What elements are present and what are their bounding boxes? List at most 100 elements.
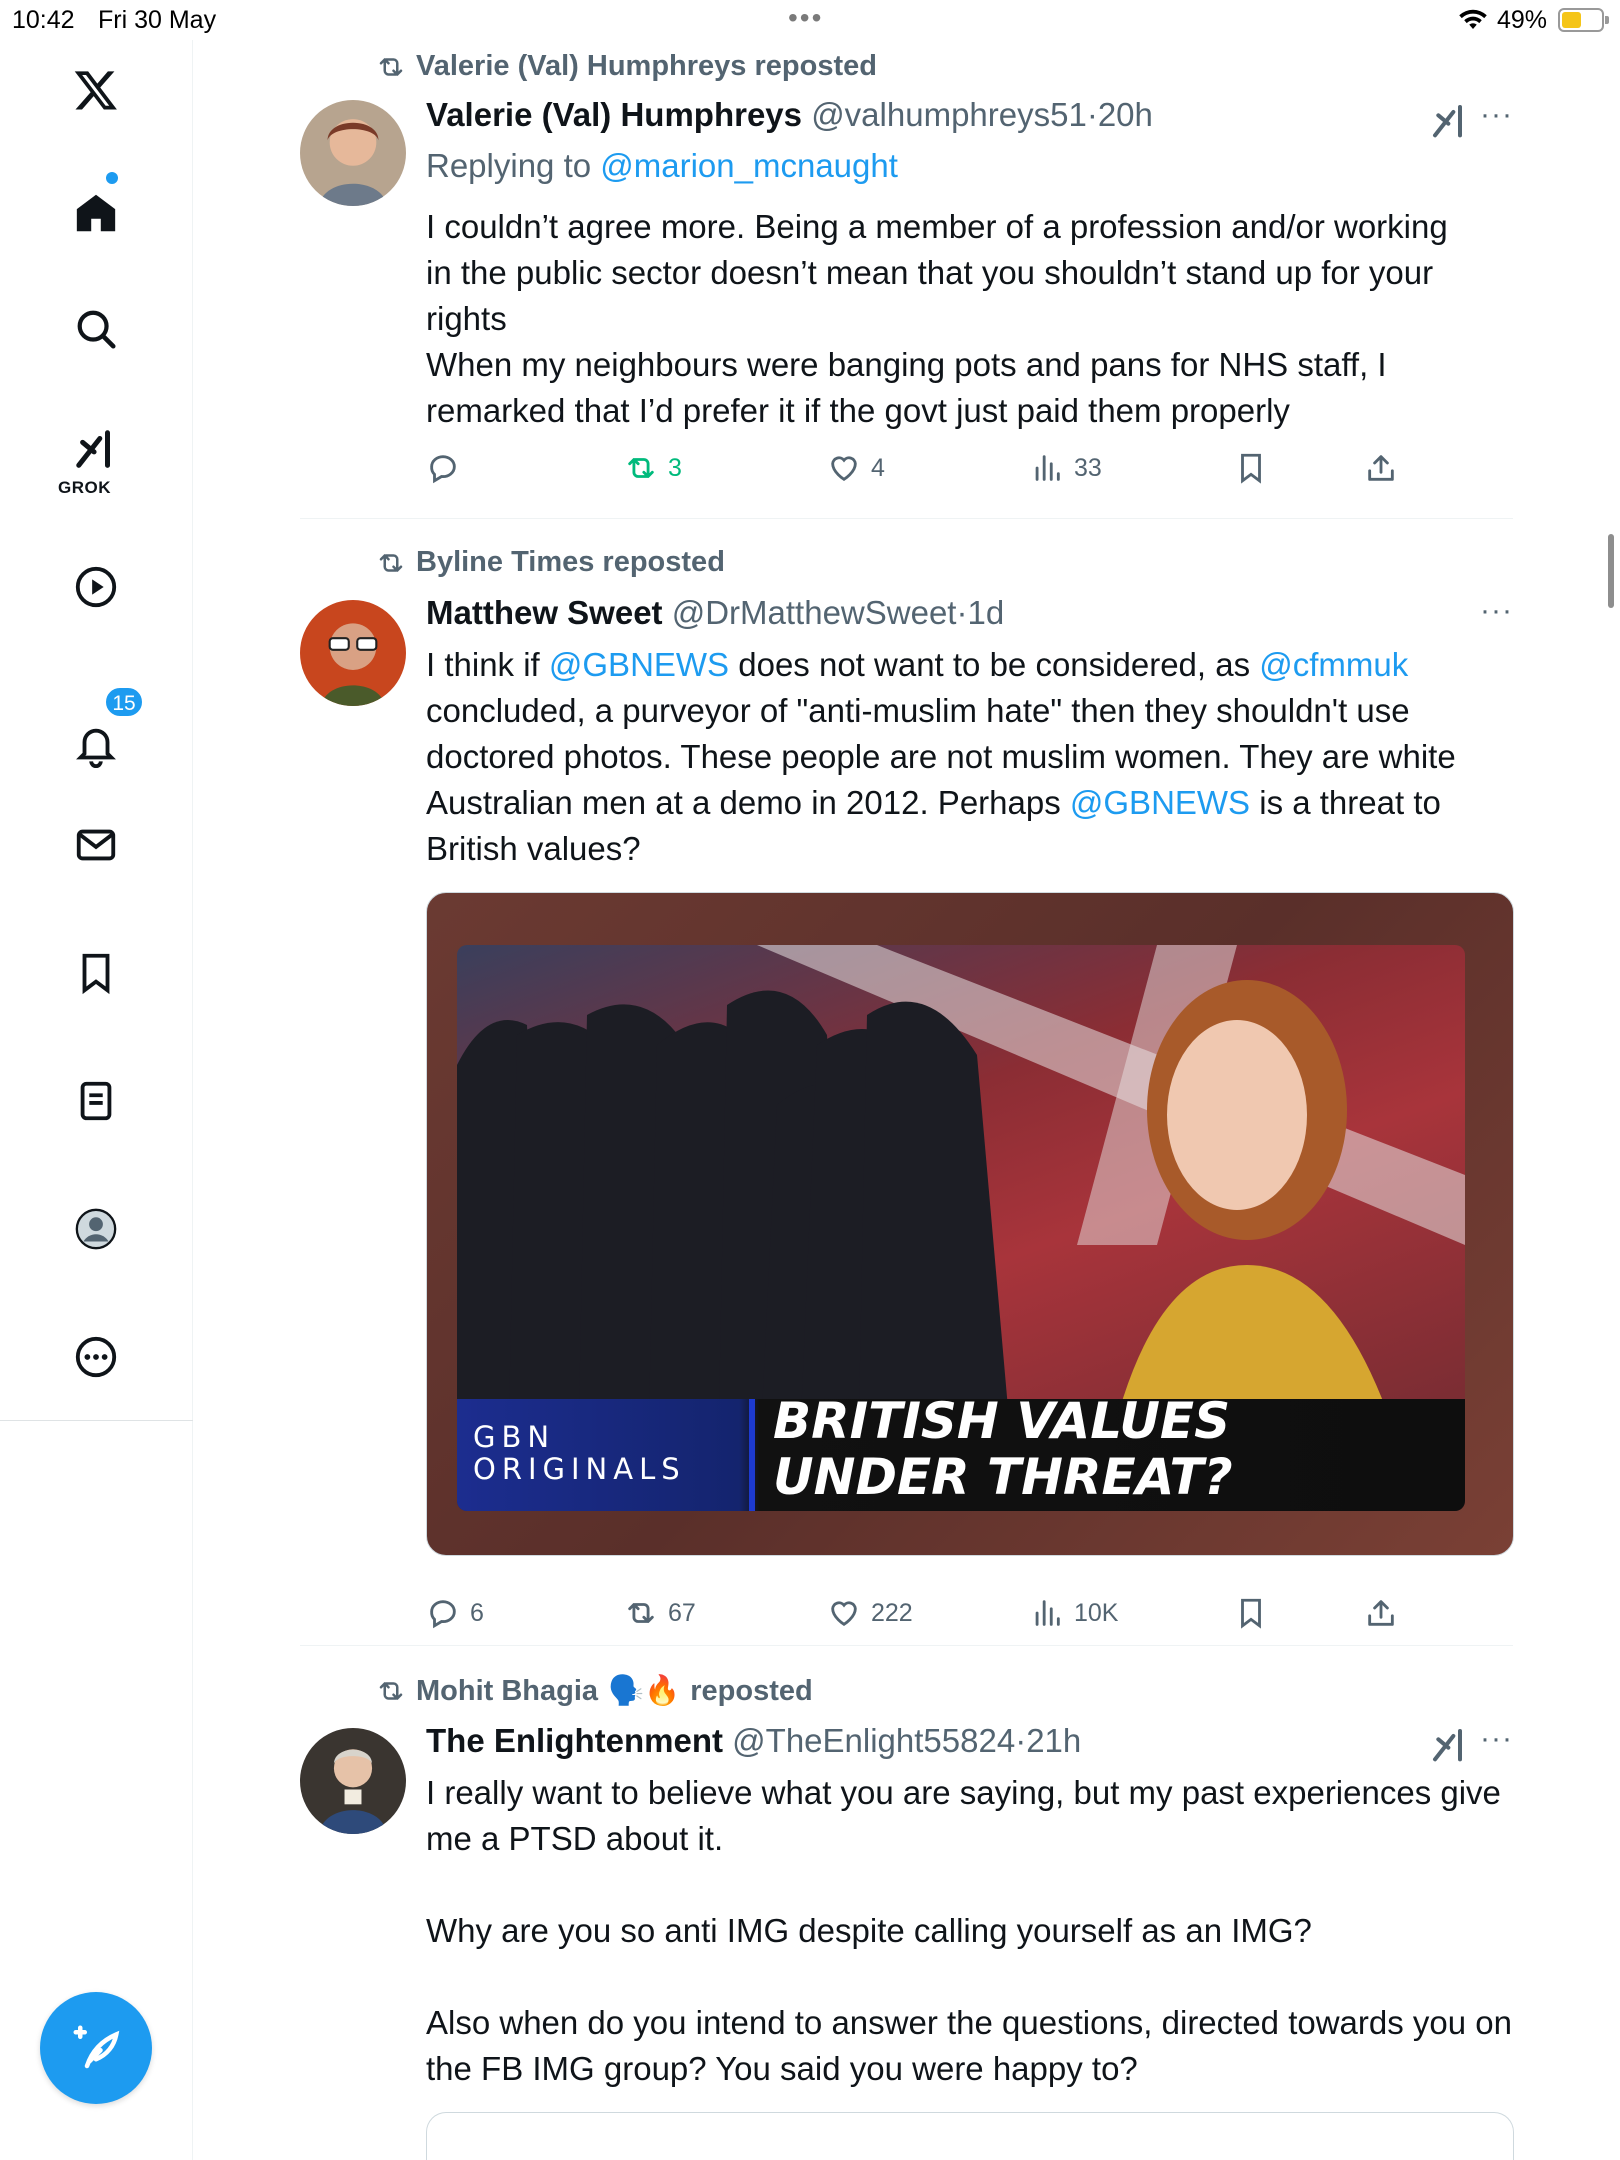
- repost-attribution: Byline Times reposted: [376, 546, 725, 579]
- mention-link[interactable]: @GBNEWS: [1070, 784, 1250, 821]
- status-time: 10:42: [12, 6, 75, 34]
- reply-icon: [430, 1600, 456, 1629]
- lists-icon[interactable]: [66, 1071, 126, 1131]
- share-button[interactable]: [1364, 1596, 1398, 1630]
- grok-explain-icon[interactable]: [1430, 102, 1470, 142]
- thumbnail-image: GBN ORIGINALS BRITISH VALUES UNDER THREA…: [457, 945, 1465, 1511]
- repost-button[interactable]: 3: [624, 451, 682, 485]
- author-name[interactable]: Matthew Sweet: [426, 594, 663, 631]
- battery-fill: [1562, 12, 1581, 28]
- notifications-badge: 15: [104, 686, 144, 718]
- more-menu-icon[interactable]: ···: [1480, 1722, 1513, 1756]
- reply-button[interactable]: [426, 451, 460, 485]
- post-text: I think if @GBNEWS does not want to be c…: [426, 646, 1456, 867]
- bookmark-icon: [1241, 453, 1261, 484]
- home-unread-dot: [106, 172, 118, 184]
- repost-attribution-text[interactable]: Mohit Bhagia: [416, 1675, 598, 1708]
- repost-icon: [628, 458, 654, 478]
- avatar[interactable]: [300, 600, 406, 706]
- views-chart-icon: [1035, 455, 1060, 481]
- post-actions: 3 4 33: [426, 451, 1516, 491]
- x-logo-icon[interactable]: [66, 60, 126, 120]
- battery-icon: [1558, 8, 1609, 32]
- status-bar: 10:42 Fri 30 May ••• 49%: [0, 0, 1620, 40]
- quoted-post-card[interactable]: [426, 2112, 1514, 2160]
- headline-line-2: UNDER THREAT?: [773, 1448, 1233, 1506]
- originals-text: ORIGINALS: [473, 1452, 686, 1486]
- home-icon[interactable]: [66, 183, 126, 243]
- sidebar-separator: [0, 1420, 193, 1421]
- repost-attribution-text[interactable]: Byline Times reposted: [416, 546, 725, 579]
- grok-label: GROK: [58, 478, 111, 497]
- bookmarks-icon[interactable]: [66, 943, 126, 1003]
- grok-explain-icon[interactable]: [1430, 1726, 1470, 1766]
- mention-link[interactable]: @cfmmuk: [1259, 646, 1408, 683]
- like-count: 222: [871, 1598, 913, 1627]
- more-options-icon[interactable]: [66, 1327, 126, 1387]
- search-icon[interactable]: [66, 299, 126, 359]
- repost-icon: [379, 553, 403, 572]
- replying-handle-link[interactable]: @marion_mcnaught: [600, 147, 898, 184]
- more-menu-icon[interactable]: ···: [1480, 594, 1513, 628]
- views-button[interactable]: 33: [1030, 451, 1102, 485]
- multitasking-dots-icon[interactable]: •••: [788, 2, 823, 34]
- like-button[interactable]: 222: [827, 1596, 913, 1630]
- author-handle[interactable]: @valhumphreys51: [811, 96, 1087, 133]
- notifications-bell-icon[interactable]: [66, 716, 126, 776]
- post-time[interactable]: 21h: [1026, 1722, 1081, 1759]
- author-name[interactable]: Valerie (Val) Humphreys: [426, 96, 802, 133]
- bookmark-icon: [1241, 1598, 1261, 1629]
- avatar[interactable]: [300, 100, 406, 206]
- post-text: I couldn’t agree more. Being a member of…: [426, 208, 1448, 429]
- avatar[interactable]: [300, 1728, 406, 1834]
- reply-count: 6: [470, 1598, 484, 1627]
- post-media-image[interactable]: GBN ORIGINALS BRITISH VALUES UNDER THREA…: [426, 892, 1514, 1556]
- compose-post-button[interactable]: [40, 1992, 152, 2104]
- repost-button[interactable]: 67: [624, 1596, 696, 1630]
- post-text: I really want to believe what you are sa…: [426, 1774, 1513, 2087]
- post-time[interactable]: 20h: [1098, 96, 1153, 133]
- views-count: 33: [1074, 453, 1102, 482]
- mention-link[interactable]: @GBNEWS: [549, 646, 729, 683]
- profile-avatar-icon[interactable]: [66, 1199, 126, 1259]
- headline-line-1: BRITISH VALUES: [773, 1392, 1231, 1450]
- repost-attribution: Mohit Bhagia 🗣️🔥 reposted: [376, 1674, 813, 1708]
- compose-feather-icon: [73, 2025, 120, 2069]
- like-button[interactable]: 4: [827, 451, 885, 485]
- post-actions: 6 67 222 10K: [426, 1596, 1516, 1636]
- repost-icon: [379, 1682, 403, 1700]
- repost-attribution-text[interactable]: Valerie (Val) Humphreys reposted: [416, 50, 877, 83]
- like-count: 4: [871, 453, 885, 482]
- heart-icon: [831, 456, 857, 482]
- views-chart-icon: [1035, 1600, 1060, 1626]
- post-divider: [300, 518, 1513, 519]
- post-time[interactable]: 1d: [967, 594, 1004, 631]
- repost-count: 3: [668, 453, 682, 482]
- share-icon: [1368, 455, 1394, 481]
- bookmark-button[interactable]: [1234, 1596, 1268, 1630]
- author-handle[interactable]: @TheEnlight55824: [732, 1722, 1015, 1759]
- repost-emoji: 🗣️🔥: [608, 1675, 681, 1707]
- share-icon: [1368, 1600, 1394, 1626]
- repost-attribution: Valerie (Val) Humphreys reposted: [376, 50, 877, 83]
- post-divider: [300, 1645, 1513, 1646]
- author-name[interactable]: The Enlightenment: [426, 1722, 723, 1759]
- grok-icon[interactable]: [66, 420, 126, 480]
- views-button[interactable]: 10K: [1030, 1596, 1118, 1630]
- video-play-icon[interactable]: [66, 557, 126, 617]
- lower-third-banner: GBN ORIGINALS BRITISH VALUES UNDER THREA…: [457, 1393, 1465, 1511]
- views-count: 10K: [1074, 1598, 1119, 1627]
- sidebar-nav: GROK 15: [0, 40, 193, 2160]
- repost-count: 67: [668, 1598, 696, 1627]
- scrollbar-thumb[interactable]: [1608, 534, 1614, 608]
- share-button[interactable]: [1364, 451, 1398, 485]
- wifi-icon: [1459, 9, 1487, 29]
- reply-button[interactable]: 6: [426, 1596, 484, 1630]
- messages-envelope-icon[interactable]: [66, 815, 126, 875]
- bookmark-button[interactable]: [1234, 451, 1268, 485]
- repost-icon: [628, 1603, 654, 1623]
- status-date: Fri 30 May: [98, 6, 217, 34]
- author-handle[interactable]: @DrMatthewSweet: [672, 594, 957, 631]
- heart-icon: [831, 1601, 857, 1627]
- more-menu-icon[interactable]: ···: [1480, 98, 1513, 132]
